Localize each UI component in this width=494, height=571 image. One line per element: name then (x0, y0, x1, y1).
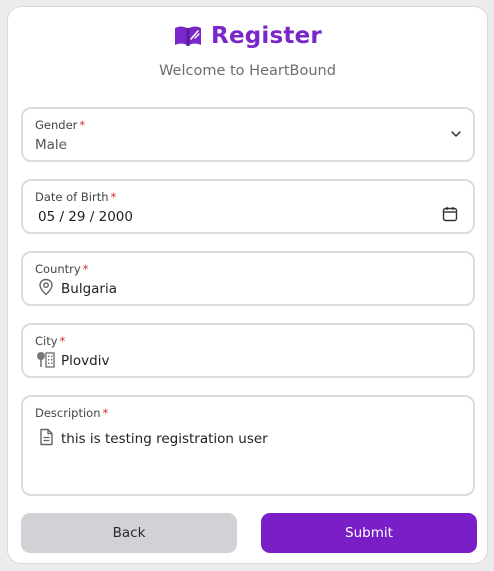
country-label: Country * (35, 262, 89, 276)
description-value: this is testing registration user (61, 431, 268, 447)
submit-button[interactable]: Submit (261, 513, 477, 553)
chevron-down-icon[interactable] (449, 127, 463, 141)
header: Register (8, 23, 487, 49)
city-icon (37, 352, 55, 368)
gender-value: Male (35, 137, 67, 153)
dob-value: 05 / 29 / 2000 (38, 209, 133, 225)
register-card: Register Welcome to HeartBound Gender * M… (7, 6, 488, 564)
date-of-birth-field[interactable]: Date of Birth * 05 / 29 / 2000 (21, 179, 475, 234)
country-value: Bulgaria (61, 281, 117, 297)
description-field[interactable]: Description * this is testing registratio… (21, 395, 475, 496)
gender-label: Gender * (35, 118, 86, 132)
city-value: Plovdiv (61, 353, 110, 369)
page-subtitle: Welcome to HeartBound (159, 63, 336, 79)
location-pin-icon (39, 278, 53, 296)
calendar-icon[interactable] (442, 206, 458, 222)
open-book-icon (175, 26, 202, 46)
city-field[interactable]: City * Plovdiv (21, 323, 475, 378)
city-label: City * (35, 334, 66, 348)
document-icon (40, 428, 53, 446)
gender-select[interactable]: Gender * Male (21, 107, 475, 162)
page-title: Register (211, 23, 322, 49)
dob-label: Date of Birth * (35, 190, 117, 204)
country-field[interactable]: Country * Bulgaria (21, 251, 475, 306)
description-label: Description * (35, 406, 109, 420)
back-button[interactable]: Back (21, 513, 237, 553)
